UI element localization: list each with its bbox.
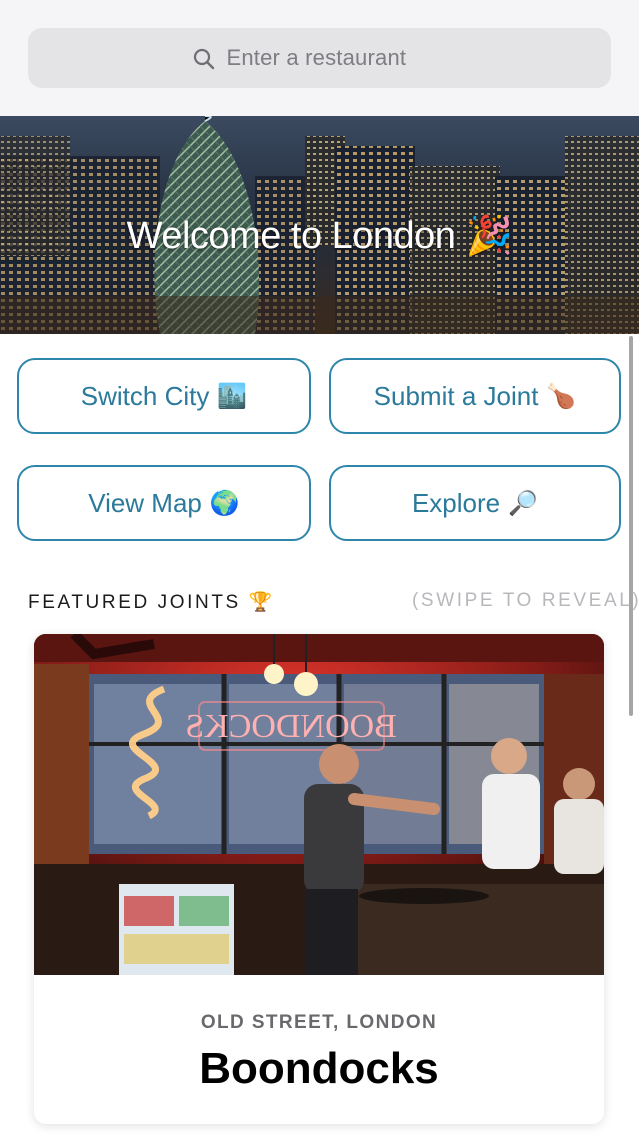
switch-city-button[interactable]: Switch City 🏙️ [17, 358, 311, 434]
view-map-button[interactable]: View Map 🌍 [17, 465, 311, 541]
submit-joint-label: Submit a Joint [373, 380, 539, 411]
search-bar[interactable] [28, 28, 611, 88]
hero-title: Welcome to London 🎉 [126, 215, 513, 257]
city-icon: 🏙️ [217, 382, 248, 410]
explore-button[interactable]: Explore 🔎 [329, 465, 621, 541]
restaurant-photo: BOONDOCKS [34, 634, 604, 975]
switch-city-label: Switch City [80, 380, 210, 411]
app-screen: Welcome to London 🎉 Switch City 🏙️ Submi… [0, 0, 639, 1136]
scrollbar[interactable] [629, 336, 633, 716]
hero-banner: Welcome to London 🎉 [0, 116, 639, 334]
submit-joint-button[interactable]: Submit a Joint 🍗 [329, 358, 621, 434]
main-content: Switch City 🏙️ Submit a Joint 🍗 View Map… [0, 334, 639, 1136]
card-location: OLD STREET, LONDON [200, 1012, 438, 1033]
search-input[interactable] [226, 45, 447, 71]
featured-joints-title: FEATURED JOINTS 🏆 [28, 592, 275, 613]
card-restaurant-name: Boondocks [199, 1044, 439, 1093]
explore-label: Explore [411, 487, 501, 518]
magnifier-icon: 🔎 [508, 489, 539, 517]
globe-icon: 🌍 [209, 489, 240, 517]
drumstick-icon: 🍗 [546, 382, 577, 410]
featured-joint-card[interactable]: BOONDOCKS OLD STREET, LONDON Boondocks [34, 634, 604, 1124]
search-icon [193, 48, 214, 70]
swipe-hint: (SWIPE TO REVEAL) [412, 590, 639, 611]
search-header [0, 0, 639, 116]
view-map-label: View Map [88, 487, 202, 518]
neon-sign-text: BOONDOCKS [185, 708, 397, 745]
